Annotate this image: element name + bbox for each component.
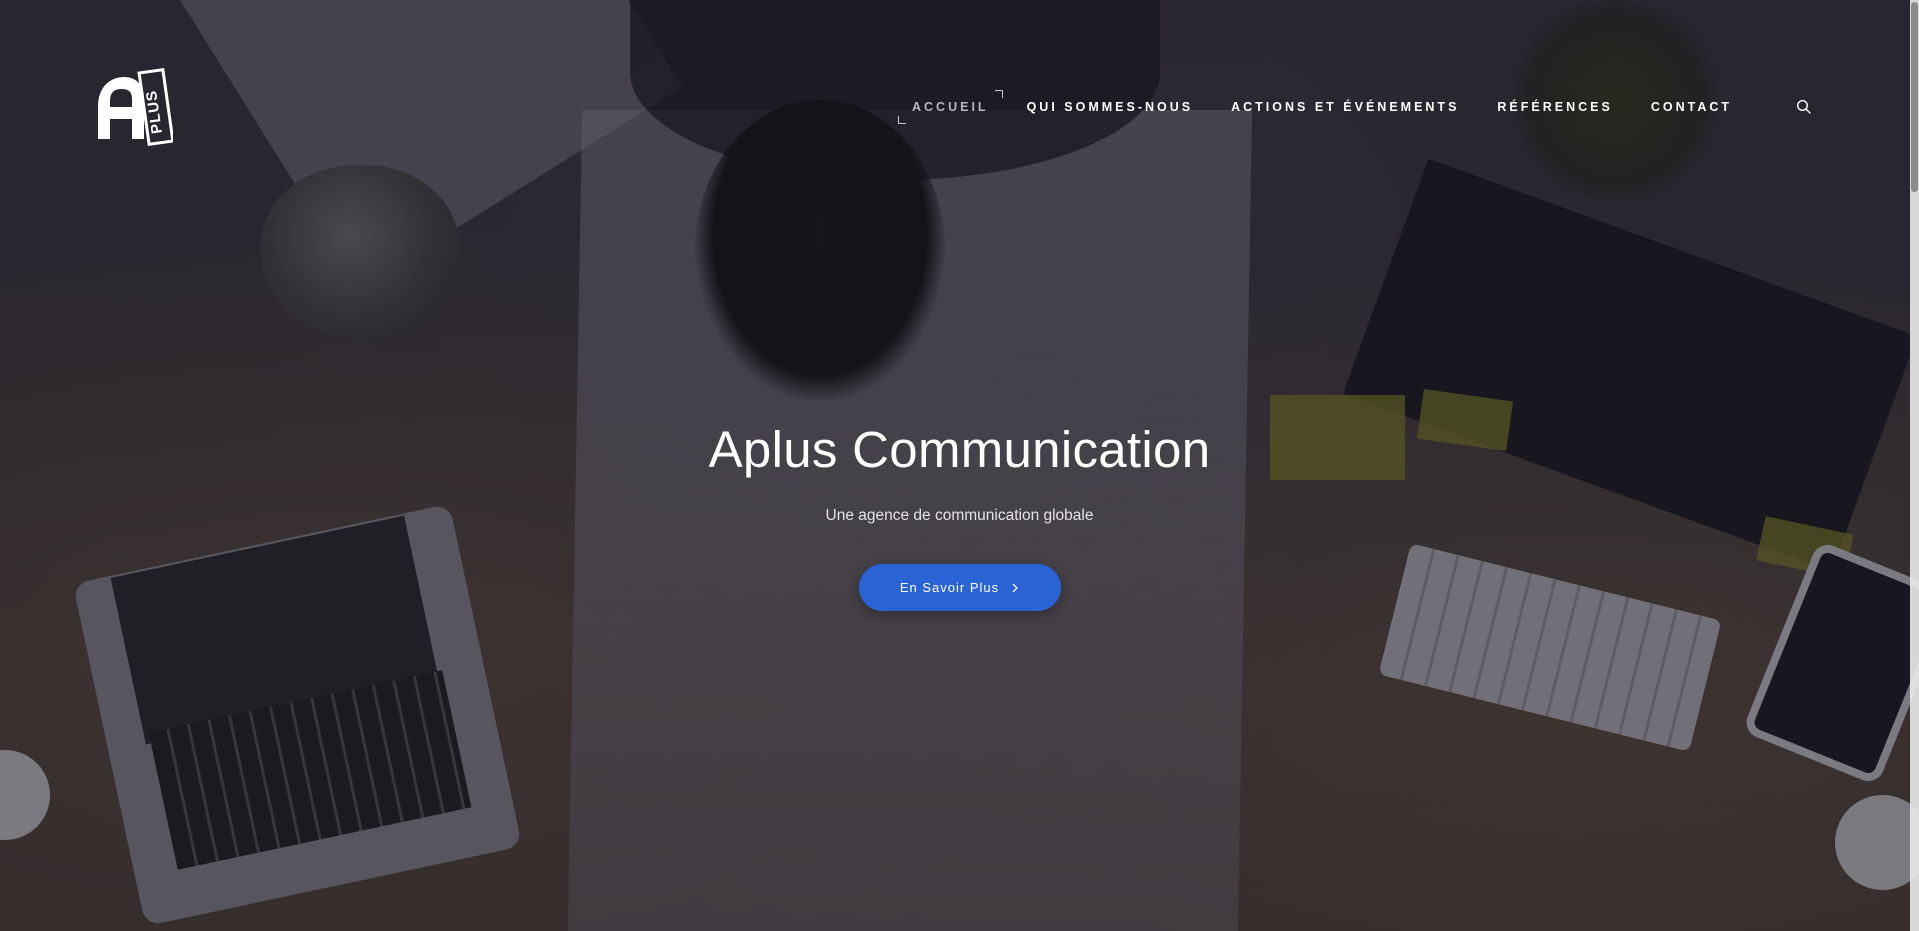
nav-item-label: ACCUEIL xyxy=(912,100,989,114)
site-logo[interactable]: PLUS xyxy=(98,67,175,147)
scrollbar-thumb[interactable] xyxy=(1911,2,1918,192)
nav-item-label: QUI SOMMES-NOUS xyxy=(1026,100,1194,114)
nav-item-label: RÉFÉRENCES xyxy=(1497,100,1613,114)
nav-item-actions-evenements[interactable]: ACTIONS ET ÉVÉNEMENTS xyxy=(1231,100,1459,114)
active-corner-bracket xyxy=(994,90,1003,98)
page-scrollbar[interactable] xyxy=(1910,0,1919,931)
nav-item-qui-sommes-nous[interactable]: QUI SOMMES-NOUS xyxy=(1027,100,1194,114)
hero-section: PLUS ACCUEIL QUI SOMMES-NOUS ACTIONS ET … xyxy=(0,0,1919,931)
hero-title: Aplus Communication xyxy=(708,421,1211,478)
nav-item-label: ACTIONS ET ÉVÉNEMENTS xyxy=(1231,100,1460,114)
nav-item-label: CONTACT xyxy=(1650,100,1733,114)
main-nav: ACCUEIL QUI SOMMES-NOUS ACTIONS ET ÉVÉNE… xyxy=(898,90,1770,124)
nav-item-contact[interactable]: CONTACT xyxy=(1651,100,1732,114)
hero-content: Aplus Communication Une agence de commun… xyxy=(0,415,1919,611)
search-icon xyxy=(1796,99,1811,114)
learn-more-button[interactable]: En Savoir Plus xyxy=(858,564,1061,611)
aplus-logo-icon: PLUS xyxy=(98,67,175,147)
site-header: PLUS ACCUEIL QUI SOMMES-NOUS ACTIONS ET … xyxy=(0,0,1919,215)
chevron-right-icon xyxy=(1012,583,1019,592)
hero-subtitle: Une agence de communication globale xyxy=(825,507,1094,524)
search-button[interactable] xyxy=(1796,99,1812,115)
learn-more-button-label: En Savoir Plus xyxy=(899,580,1000,595)
nav-item-references[interactable]: RÉFÉRENCES xyxy=(1497,100,1612,114)
nav-item-accueil[interactable]: ACCUEIL xyxy=(898,90,1003,124)
active-corner-bracket xyxy=(898,116,906,124)
